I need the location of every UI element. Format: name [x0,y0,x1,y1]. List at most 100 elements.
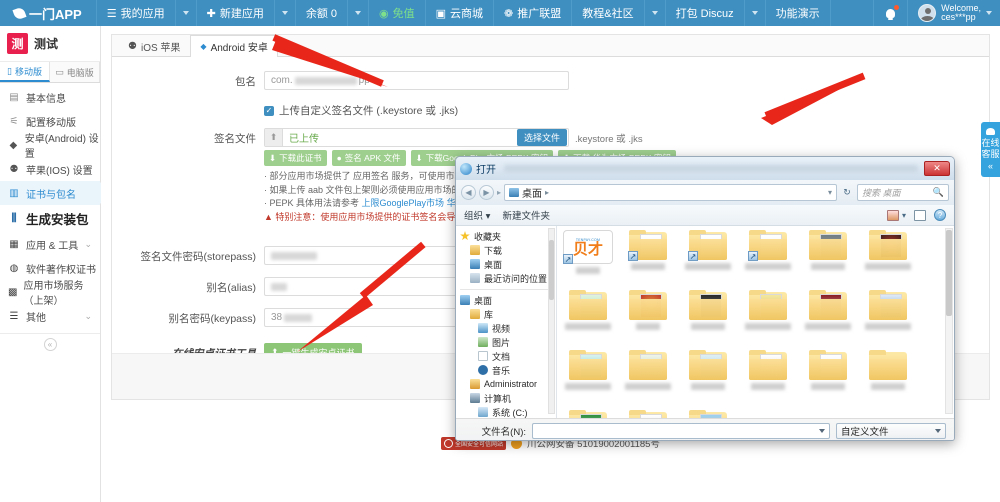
custom-sign-checkbox-row[interactable]: ✓ 上传自定义签名文件 (.keystore 或 .jks) [264,103,989,118]
tree-item-pictures[interactable]: 图片 [460,335,556,349]
list-item[interactable] [621,290,675,348]
list-item[interactable] [861,230,915,288]
sidebar-item-market-service[interactable]: ▩ 应用市场服务（上架） [0,280,100,307]
platform-tab-mobile[interactable]: ▯ 移动版 [0,62,50,82]
list-item[interactable]: ↗ [621,230,675,288]
tab-ios[interactable]: ⚉ iOS 苹果 [118,35,190,56]
tree-item-desktop[interactable]: 桌面 [460,293,556,307]
list-item[interactable] [621,350,675,408]
online-service-widget[interactable]: 在线客服 « [981,122,1000,177]
refresh-icon[interactable]: ↻ [840,186,854,200]
list-item[interactable] [561,290,615,348]
scrollbar-thumb[interactable] [549,240,554,300]
view-options-button[interactable]: ▾ [886,209,906,221]
list-item[interactable] [801,290,855,348]
nav-caret-balance[interactable] [348,0,370,26]
address-bar[interactable]: 桌面 ▸ ▾ [504,184,837,201]
link-googleplay-market[interactable]: 上限GooglePlay市场 [362,198,445,208]
list-item[interactable]: ↗ [741,230,795,288]
user-menu[interactable]: Welcome, ces***pp [908,0,1000,26]
close-icon[interactable]: ✕ [924,161,950,176]
package-input[interactable]: com. pp [264,71,569,90]
list-item[interactable] [861,290,915,348]
list-item[interactable] [861,350,915,408]
search-input[interactable]: 搜索 桌面 🔍 [857,184,949,201]
nav-item-discuz[interactable]: 打包 Discuz [666,0,745,26]
nav-caret-new-app[interactable] [275,0,296,26]
list-item[interactable] [741,350,795,408]
folder-icon [809,350,847,380]
apple-icon: ⚉ [9,163,19,175]
chevron-down-icon[interactable] [935,429,941,433]
sidebar-item-other[interactable]: ☰ 其他 ⌄ [0,304,100,328]
list-item[interactable] [801,350,855,408]
folder-preview [580,414,602,418]
tree-item-downloads[interactable]: 下载 [460,243,556,257]
tree-item-computer[interactable]: 计算机 [460,391,556,405]
list-item[interactable] [681,350,735,408]
nav-item-demo[interactable]: 功能演示 [766,0,831,26]
preview-pane-icon[interactable] [914,209,926,221]
alias-label: 别名(alias) [206,282,256,294]
navigation-pane-scrollbar[interactable] [548,228,555,414]
list-item[interactable]: ↗ [681,230,735,288]
tree-item-videos[interactable]: 视频 [460,321,556,335]
choose-file-button[interactable]: 选择文件 [516,129,567,146]
tree-item-music[interactable]: 音乐 [460,363,556,377]
organize-button[interactable]: 组织 ▾ [464,208,490,222]
back-arrow-icon[interactable]: ◀ [461,185,476,200]
sidebar-item-build-package[interactable]: ⦀ 生成安装包 [0,205,100,232]
chevron-down-icon[interactable]: ▾ [828,188,832,197]
nav-caret-discuz[interactable] [745,0,766,26]
nav-item-new-app[interactable]: ✚ 新建应用 [197,0,275,26]
nav-item-tutorial[interactable]: 教程&社区 [572,0,645,26]
nav-caret-my-apps[interactable] [176,0,197,26]
sign-file-input[interactable]: ⬆ 已上传 选择文件 [264,128,569,147]
scrollbar-thumb[interactable] [946,230,952,316]
nav-item-cloud-mall[interactable]: ▣ 云商城 [426,0,495,26]
file-list-scrollbar[interactable] [945,228,953,414]
tree-item-libraries[interactable]: 库 [460,307,556,321]
sign-apk-button[interactable]: ● 签名 APK 文件 [331,150,406,166]
list-item[interactable] [681,290,735,348]
collapse-left-icon[interactable]: « [43,338,57,351]
new-folder-button[interactable]: 新建文件夹 [502,208,550,222]
chevron-down-icon[interactable] [819,429,825,433]
document-icon [478,351,488,361]
folder-front [749,359,787,380]
sidebar-item-apps-tools[interactable]: ▦ 应用 & 工具 ⌄ [0,232,100,256]
service-collapse-icon[interactable]: « [981,161,1000,172]
list-item[interactable] [621,410,675,418]
file-type-filter[interactable]: 自定义文件 [836,423,946,439]
nav-caret-tutorial[interactable] [645,0,666,26]
brand-logo[interactable]: 一门APP [0,0,97,26]
tree-item-drive-c[interactable]: 系统 (C:) [460,405,556,418]
tree-item-favorites[interactable]: 收藏夹 [460,229,556,243]
filename-input[interactable] [532,423,830,439]
sidebar-item-ios-settings[interactable]: ⚉ 苹果(IOS) 设置 [0,157,100,181]
nav-item-recharge[interactable]: ◉ 免值 [369,0,426,26]
list-item[interactable] [561,350,615,408]
platform-tab-desktop[interactable]: ▭ 电脑版 [50,62,100,82]
forward-arrow-icon[interactable]: ▶ [479,185,494,200]
list-item[interactable]: TENPAY.COM 贝才 ↗ [561,230,615,288]
tree-item-desktop-fav[interactable]: 桌面 [460,257,556,271]
list-item[interactable] [801,230,855,288]
tree-item-recent[interactable]: 最近访问的位置 [460,271,556,285]
notifications-button[interactable] [874,0,909,26]
checkbox-checked-icon[interactable]: ✓ [264,105,274,116]
sidebar-item-certificate-package[interactable]: ▥ 证书与包名 [0,181,109,205]
nav-item-balance[interactable]: 余额 0 [296,0,349,26]
list-item[interactable] [741,290,795,348]
help-icon[interactable]: ? [934,209,946,221]
tab-android[interactable]: ◆ Android 安卓 [190,35,278,57]
sidebar-item-basic-info[interactable]: ▤ 基本信息 [0,85,100,109]
list-item[interactable] [561,410,615,418]
tree-item-administrator[interactable]: Administrator [460,377,556,391]
list-item[interactable] [681,410,735,418]
download-cert-button[interactable]: ⬇ 下载此证书 [264,150,327,166]
nav-item-promotion[interactable]: ❁ 推广联盟 [494,0,573,26]
tree-item-documents[interactable]: 文档 [460,349,556,363]
nav-item-my-apps[interactable]: ☰ 我的应用 [97,0,176,26]
sidebar-item-android-settings[interactable]: ◆ 安卓(Android) 设置 [0,133,100,160]
